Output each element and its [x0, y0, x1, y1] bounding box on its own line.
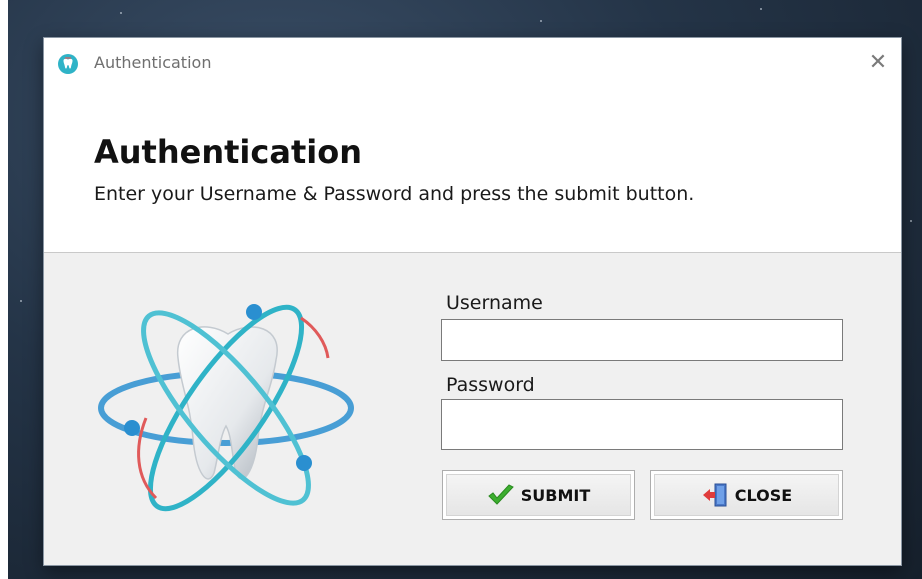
window-title: Authentication [94, 53, 212, 72]
tooth-atom-logo-icon [96, 298, 364, 513]
close-icon[interactable]: ✕ [863, 48, 893, 78]
page-title: Authentication [94, 133, 362, 171]
username-input[interactable] [441, 319, 843, 361]
close-button[interactable]: CLOSE [650, 470, 843, 520]
tooth-icon [58, 54, 78, 74]
title-bar[interactable]: Authentication ✕ [44, 38, 901, 90]
password-input[interactable] [441, 399, 843, 450]
submit-button[interactable]: SUBMIT [442, 470, 635, 520]
username-label: Username [446, 292, 543, 314]
desktop-star [540, 20, 542, 22]
desktop-edge [0, 0, 8, 579]
desktop-star [120, 12, 122, 14]
desktop-star [760, 8, 762, 10]
authentication-dialog: Authentication ✕ Authentication Enter yo… [44, 38, 901, 565]
password-label: Password [446, 374, 535, 396]
checkmark-icon [487, 484, 515, 506]
instructions-text: Enter your Username & Password and press… [94, 183, 695, 205]
desktop-star [20, 300, 22, 302]
close-button-label: CLOSE [734, 485, 793, 505]
submit-button-label: SUBMIT [520, 485, 591, 505]
login-panel: Username Password SUBMIT CLOSE [44, 253, 901, 565]
exit-door-icon [701, 482, 729, 508]
header-panel: Authentication Enter your Username & Pas… [44, 90, 901, 252]
desktop-star [910, 220, 912, 222]
